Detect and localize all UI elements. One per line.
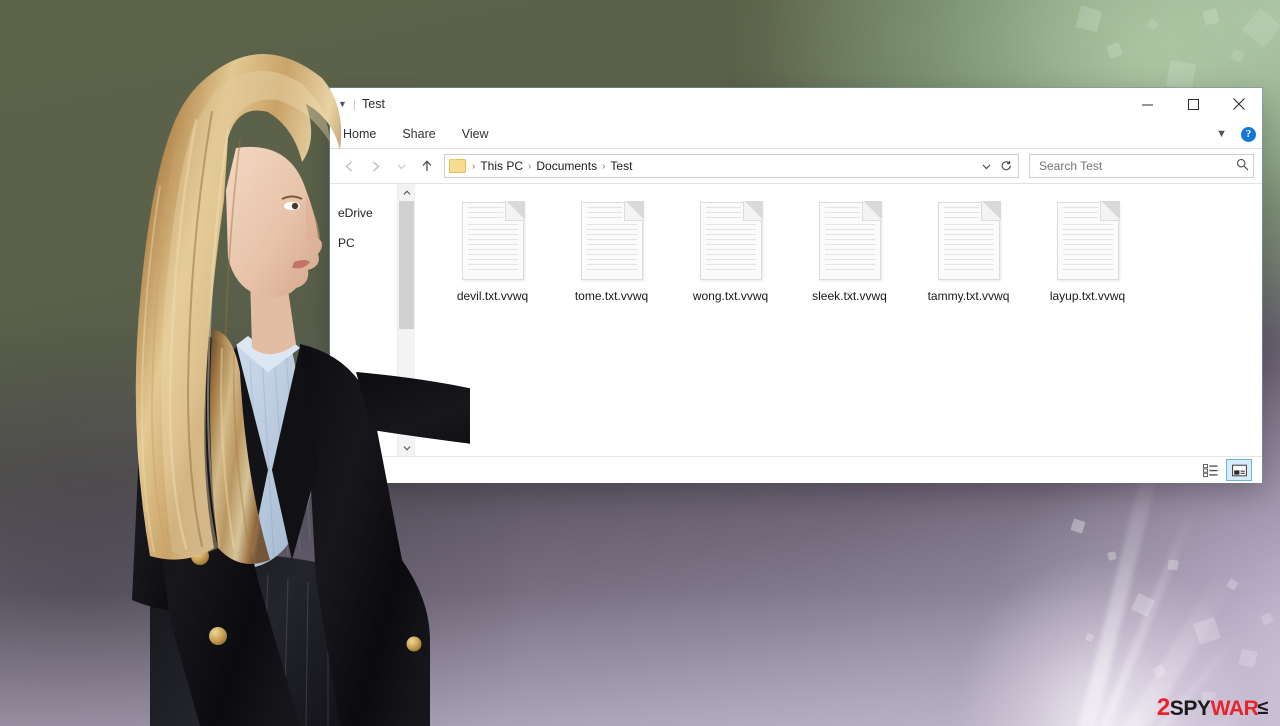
refresh-button[interactable]: [996, 156, 1016, 176]
chevron-up-icon[interactable]: [398, 184, 415, 201]
file-explorer-window[interactable]: ▼ | Test Home Share View ▼ ? › This PC ›…: [330, 88, 1262, 483]
search-box[interactable]: [1029, 154, 1254, 178]
breadcrumb-separator: ›: [602, 160, 606, 172]
minimize-button[interactable]: [1124, 88, 1170, 120]
file-name-label: devil.txt.vvwq: [456, 289, 529, 303]
tab-share[interactable]: Share: [389, 120, 448, 148]
nav-item-onedrive[interactable]: eDrive: [330, 202, 397, 224]
file-name-label: wong.txt.vvwq: [692, 289, 769, 303]
nav-item-this-pc[interactable]: PC: [330, 232, 397, 254]
help-icon[interactable]: ?: [1241, 126, 1256, 142]
text-document-icon: [937, 201, 1001, 280]
breadcrumb[interactable]: › This PC › Documents › Test: [449, 159, 976, 173]
details-view-icon: [1202, 463, 1217, 477]
arrow-right-icon: [372, 161, 379, 171]
file-item[interactable]: sleek.txt.vvwq: [790, 198, 909, 303]
ribbon-right-controls[interactable]: ▼ ?: [1212, 120, 1256, 148]
search-input[interactable]: [1037, 158, 1236, 174]
chevron-down-icon[interactable]: ▼: [1212, 128, 1231, 140]
maximize-button[interactable]: [1170, 88, 1216, 120]
watermark-2spyware: 2 SPY WAR ≤: [1156, 694, 1269, 721]
file-name-label: layup.txt.vvwq: [1049, 289, 1126, 303]
scrollbar-thumb[interactable]: [399, 201, 414, 329]
breadcrumb-item-documents[interactable]: Documents: [534, 159, 599, 173]
maximize-icon: [1187, 98, 1199, 110]
window-title-bar[interactable]: ▼ | Test: [330, 88, 1262, 120]
large-icons-view-button[interactable]: [1226, 459, 1252, 481]
file-grid[interactable]: devil.txt.vvwq tome.txt.vvwq wong.txt.vvwq…: [433, 198, 1262, 303]
chevron-down-icon: [982, 164, 990, 169]
window-controls[interactable]: [1124, 88, 1262, 120]
close-icon: [1233, 98, 1245, 110]
address-dropdown-button[interactable]: [976, 156, 996, 176]
back-button[interactable]: [338, 154, 360, 178]
address-bar[interactable]: › This PC › Documents › Test: [444, 154, 1019, 178]
explorer-body: eDrive PC devil.txt.vvwq tome.txt.vvwq won…: [330, 183, 1262, 456]
large-icons-view-icon: [1231, 464, 1247, 476]
watermark-part-1: 2: [1156, 694, 1170, 721]
watermark-part-3: WAR: [1210, 696, 1259, 720]
file-item[interactable]: tome.txt.vvwq: [552, 198, 671, 303]
screenshot-root: ▼ | Test Home Share View ▼ ? › This PC ›…: [0, 0, 1280, 726]
watermark-part-2: SPY: [1169, 696, 1211, 720]
refresh-icon: [1001, 160, 1011, 170]
title-separator: |: [352, 97, 357, 111]
file-item[interactable]: wong.txt.vvwq: [671, 198, 790, 303]
close-button[interactable]: [1216, 88, 1262, 120]
text-document-icon: [699, 201, 763, 280]
file-name-label: sleek.txt.vvwq: [812, 289, 887, 303]
file-item[interactable]: tammy.txt.vvwq: [909, 198, 1028, 303]
file-name-label: tammy.txt.vvwq: [927, 289, 1010, 303]
text-document-icon: [1056, 201, 1120, 280]
breadcrumb-item-test[interactable]: Test: [608, 159, 634, 173]
file-item[interactable]: layup.txt.vvwq: [1028, 198, 1147, 303]
status-bar: [330, 456, 1262, 483]
breadcrumb-item-this-pc[interactable]: This PC: [478, 159, 525, 173]
text-document-icon: [580, 201, 644, 280]
chevron-down-icon[interactable]: ▼: [338, 99, 347, 109]
text-document-icon: [818, 201, 882, 280]
watermark-part-4: ≤: [1257, 697, 1268, 719]
wallpaper-square: [1165, 59, 1197, 91]
breadcrumb-separator: ›: [528, 160, 532, 172]
recent-locations-button[interactable]: [390, 154, 412, 178]
file-name-label: tome.txt.vvwq: [574, 289, 649, 303]
file-list-area[interactable]: devil.txt.vvwq tome.txt.vvwq wong.txt.vvwq…: [415, 184, 1262, 456]
file-item[interactable]: devil.txt.vvwq: [433, 198, 552, 303]
vertical-scrollbar[interactable]: [397, 184, 415, 456]
address-toolbar[interactable]: › This PC › Documents › Test: [330, 149, 1262, 183]
breadcrumb-separator: ›: [472, 160, 476, 172]
text-document-icon: [461, 201, 525, 280]
search-icon[interactable]: [1236, 158, 1249, 174]
arrow-up-icon: [422, 160, 432, 171]
navigation-pane[interactable]: eDrive PC: [330, 184, 397, 456]
up-button[interactable]: [416, 154, 438, 178]
quick-access-toolbar[interactable]: ▼ | Test: [330, 97, 385, 111]
chevron-down-icon: [397, 164, 405, 169]
tab-view[interactable]: View: [449, 120, 502, 148]
chevron-down-icon[interactable]: [398, 439, 415, 456]
address-bar-actions[interactable]: [976, 156, 1016, 176]
window-title: Test: [362, 97, 385, 111]
folder-icon: [449, 159, 466, 173]
tab-home[interactable]: Home: [330, 120, 389, 148]
arrow-left-icon: [345, 161, 352, 171]
ribbon-tab-bar[interactable]: Home Share View ▼ ?: [330, 120, 1262, 149]
forward-button[interactable]: [364, 154, 386, 178]
details-view-button[interactable]: [1198, 460, 1222, 480]
minimize-icon: [1141, 104, 1153, 105]
